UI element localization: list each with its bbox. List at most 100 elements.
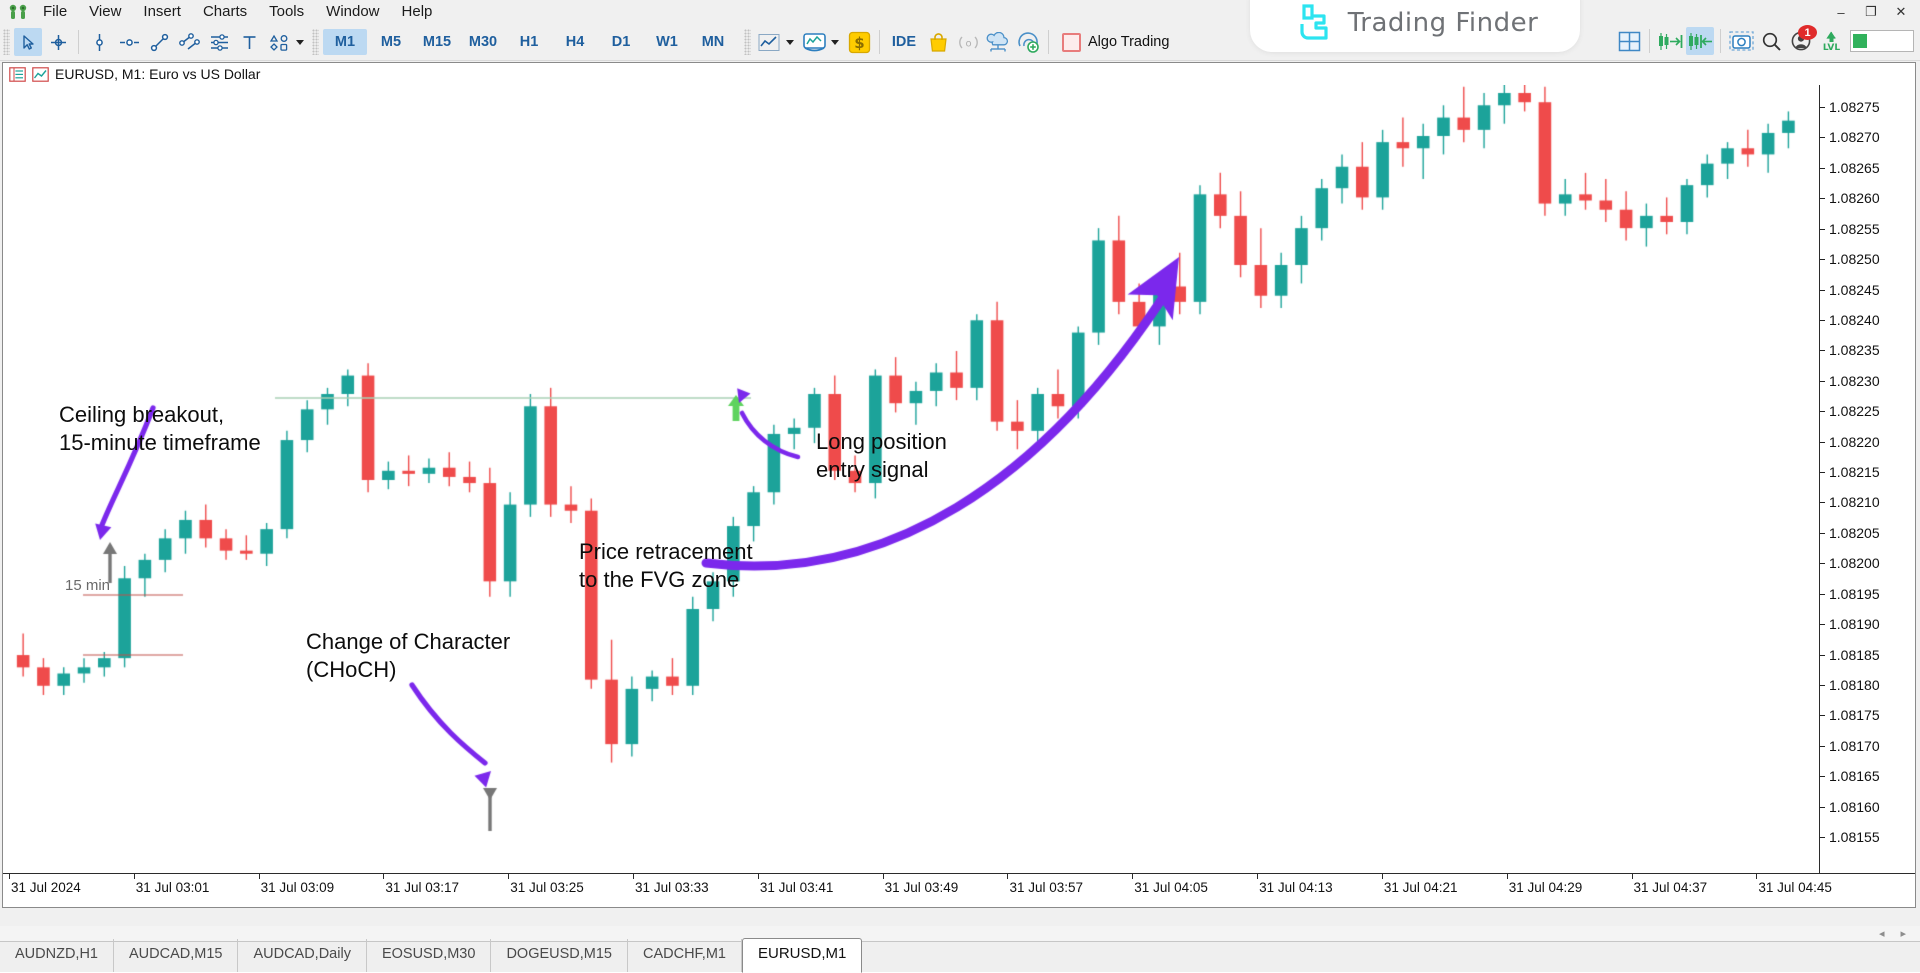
time-tick-label: 31 Jul 03:49 [884, 880, 959, 895]
metatrader-window: File View Insert Charts Tools Window Help – ❐ … [0, 0, 1920, 973]
toolbar-grip-3[interactable] [744, 29, 751, 55]
menu-item-view[interactable]: View [78, 1, 132, 23]
toolbar-separator-4 [1649, 29, 1650, 53]
timeframe-button-m5[interactable]: M5 [369, 29, 413, 55]
scroll-right-arrow-icon[interactable]: ▸ [1900, 927, 1906, 940]
toolbar-separator [78, 30, 79, 54]
algo-trading-label: Algo Trading [1088, 34, 1170, 50]
time-tick-mark [9, 873, 10, 879]
community-button[interactable] [1014, 28, 1042, 56]
time-tick-label: 31 Jul 04:37 [1633, 880, 1708, 895]
template-button[interactable] [800, 28, 828, 56]
search-button[interactable] [1757, 27, 1785, 55]
screenshot-button[interactable] [1727, 27, 1755, 55]
trendline-tool-button[interactable] [145, 28, 173, 56]
time-axis[interactable]: 31 Jul 2024 31 Jul 03:01 31 Jul 03:09 31 Ju… [3, 873, 1915, 907]
profile-button[interactable]: 1 [1787, 25, 1817, 55]
time-tick-mark [1381, 873, 1383, 879]
autoscroll-button[interactable] [1686, 27, 1714, 55]
time-tick-mark [1132, 873, 1134, 879]
shapes-tool-button[interactable] [265, 28, 293, 56]
price-tick-label: 1.08270 [1820, 129, 1880, 145]
algo-trading-button[interactable]: Algo Trading [1054, 28, 1177, 56]
timeframe-button-w1[interactable]: W1 [645, 29, 689, 55]
candlestick-canvas[interactable] [3, 85, 1915, 875]
timeframe-button-h1[interactable]: H1 [507, 29, 551, 55]
close-button[interactable]: ✕ [1886, 1, 1916, 23]
chart-tab-audcad-daily[interactable]: AUDCAD,Daily [238, 939, 367, 972]
price-tick-label: 1.08185 [1820, 647, 1880, 663]
price-tick-label: 1.08220 [1820, 434, 1880, 450]
price-tick-label: 1.08225 [1820, 403, 1880, 419]
maximize-button[interactable]: ❐ [1856, 1, 1886, 23]
time-tick-label: 31 Jul 04:21 [1383, 880, 1458, 895]
signals-button[interactable]: o [954, 28, 982, 56]
toolbar-separator-5 [1720, 29, 1721, 53]
svg-text:o: o [965, 38, 971, 49]
chart-tab-audnzd-h1[interactable]: AUDNZD,H1 [0, 939, 114, 972]
minimize-button[interactable]: – [1826, 1, 1856, 23]
time-tick-mark [1257, 873, 1259, 879]
ide-button[interactable]: IDE [886, 28, 922, 56]
vertical-line-tool-button[interactable] [85, 28, 113, 56]
chart-plot-area[interactable]: Ceiling breakout, 15-minute timeframe 15 … [3, 85, 1915, 907]
timeframe-button-d1[interactable]: D1 [599, 29, 643, 55]
metatrader-logo-icon [6, 2, 32, 22]
crosshair-tool-button[interactable] [44, 28, 72, 56]
shapes-dropdown-caret-icon[interactable] [296, 39, 304, 45]
time-tick-mark [882, 873, 884, 879]
price-axis[interactable]: 1.08275 1.08270 1.08265 1.08260 1.08255 1.082… [1819, 85, 1915, 873]
time-tick-label: 31 Jul 03:17 [385, 880, 459, 895]
time-tick-label: 31 Jul 04:29 [1508, 880, 1583, 895]
time-tick-mark [258, 873, 260, 879]
price-tick-label: 1.08255 [1820, 221, 1880, 237]
shift-end-button[interactable] [1656, 27, 1684, 55]
price-tick-label: 1.08155 [1820, 829, 1880, 845]
cursor-tool-button[interactable] [14, 28, 42, 56]
template-dropdown-caret-icon[interactable] [831, 39, 839, 45]
menu-item-help[interactable]: Help [391, 1, 444, 23]
chart-tab-eurusd-m1[interactable]: EURUSD,M1 [741, 938, 863, 973]
price-tick-label: 1.08275 [1820, 99, 1880, 115]
text-tool-button[interactable] [235, 28, 263, 56]
time-tick-mark [1756, 873, 1758, 879]
timeframe-button-m15[interactable]: M15 [415, 29, 459, 55]
chart-tab-dogeusd-m15[interactable]: DOGEUSD,M15 [491, 939, 628, 972]
tile-windows-button[interactable] [1615, 27, 1643, 55]
menu-item-tools[interactable]: Tools [258, 1, 315, 23]
level-button[interactable]: LVL [1817, 27, 1845, 55]
algo-trading-indicator-icon [1062, 32, 1081, 52]
time-tick-label: 31 Jul 04:13 [1259, 880, 1333, 895]
chart-tab-audcad-m15[interactable]: AUDCAD,M15 [114, 939, 239, 972]
time-tick-label: 31 Jul 03:09 [260, 880, 335, 895]
price-tick-label: 1.08180 [1820, 677, 1880, 693]
trading-finder-logo-icon [1300, 4, 1328, 40]
chart-type-button[interactable] [755, 28, 783, 56]
scroll-left-arrow-icon[interactable]: ◂ [1879, 927, 1885, 940]
price-tick-label: 1.08250 [1820, 251, 1880, 267]
menu-item-window[interactable]: Window [315, 1, 390, 23]
data-window-icon [9, 66, 26, 82]
timeframe-button-h4[interactable]: H4 [553, 29, 597, 55]
equidistant-channel-tool-button[interactable] [175, 28, 203, 56]
menu-item-insert[interactable]: Insert [132, 1, 192, 23]
market-button[interactable] [924, 28, 952, 56]
fibonacci-tool-button[interactable] [205, 28, 233, 56]
toolbar-grip[interactable] [3, 29, 10, 55]
svg-text:LVL: LVL [1822, 43, 1839, 52]
dollar-button[interactable]: $ [845, 28, 873, 56]
chart-tab-cadchf-m1[interactable]: CADCHF,M1 [628, 939, 742, 972]
chart-tab-eosusd-m30[interactable]: EOSUSD,M30 [367, 939, 492, 972]
toolbar-grip-2[interactable] [312, 29, 319, 55]
menu-item-charts[interactable]: Charts [192, 1, 258, 23]
chart-title-bar: EURUSD, M1: Euro vs US Dollar [3, 63, 1915, 85]
vps-cloud-button[interactable] [984, 28, 1012, 56]
menu-item-file[interactable]: File [32, 1, 78, 23]
time-tick-mark [508, 873, 510, 879]
timeframe-button-mn[interactable]: MN [691, 29, 735, 55]
timeframe-button-m1[interactable]: M1 [323, 29, 367, 55]
horizontal-line-tool-button[interactable] [115, 28, 143, 56]
timeframe-button-m30[interactable]: M30 [461, 29, 505, 55]
chart-type-dropdown-caret-icon[interactable] [786, 39, 794, 45]
profile-badge: 1 [1798, 25, 1817, 40]
